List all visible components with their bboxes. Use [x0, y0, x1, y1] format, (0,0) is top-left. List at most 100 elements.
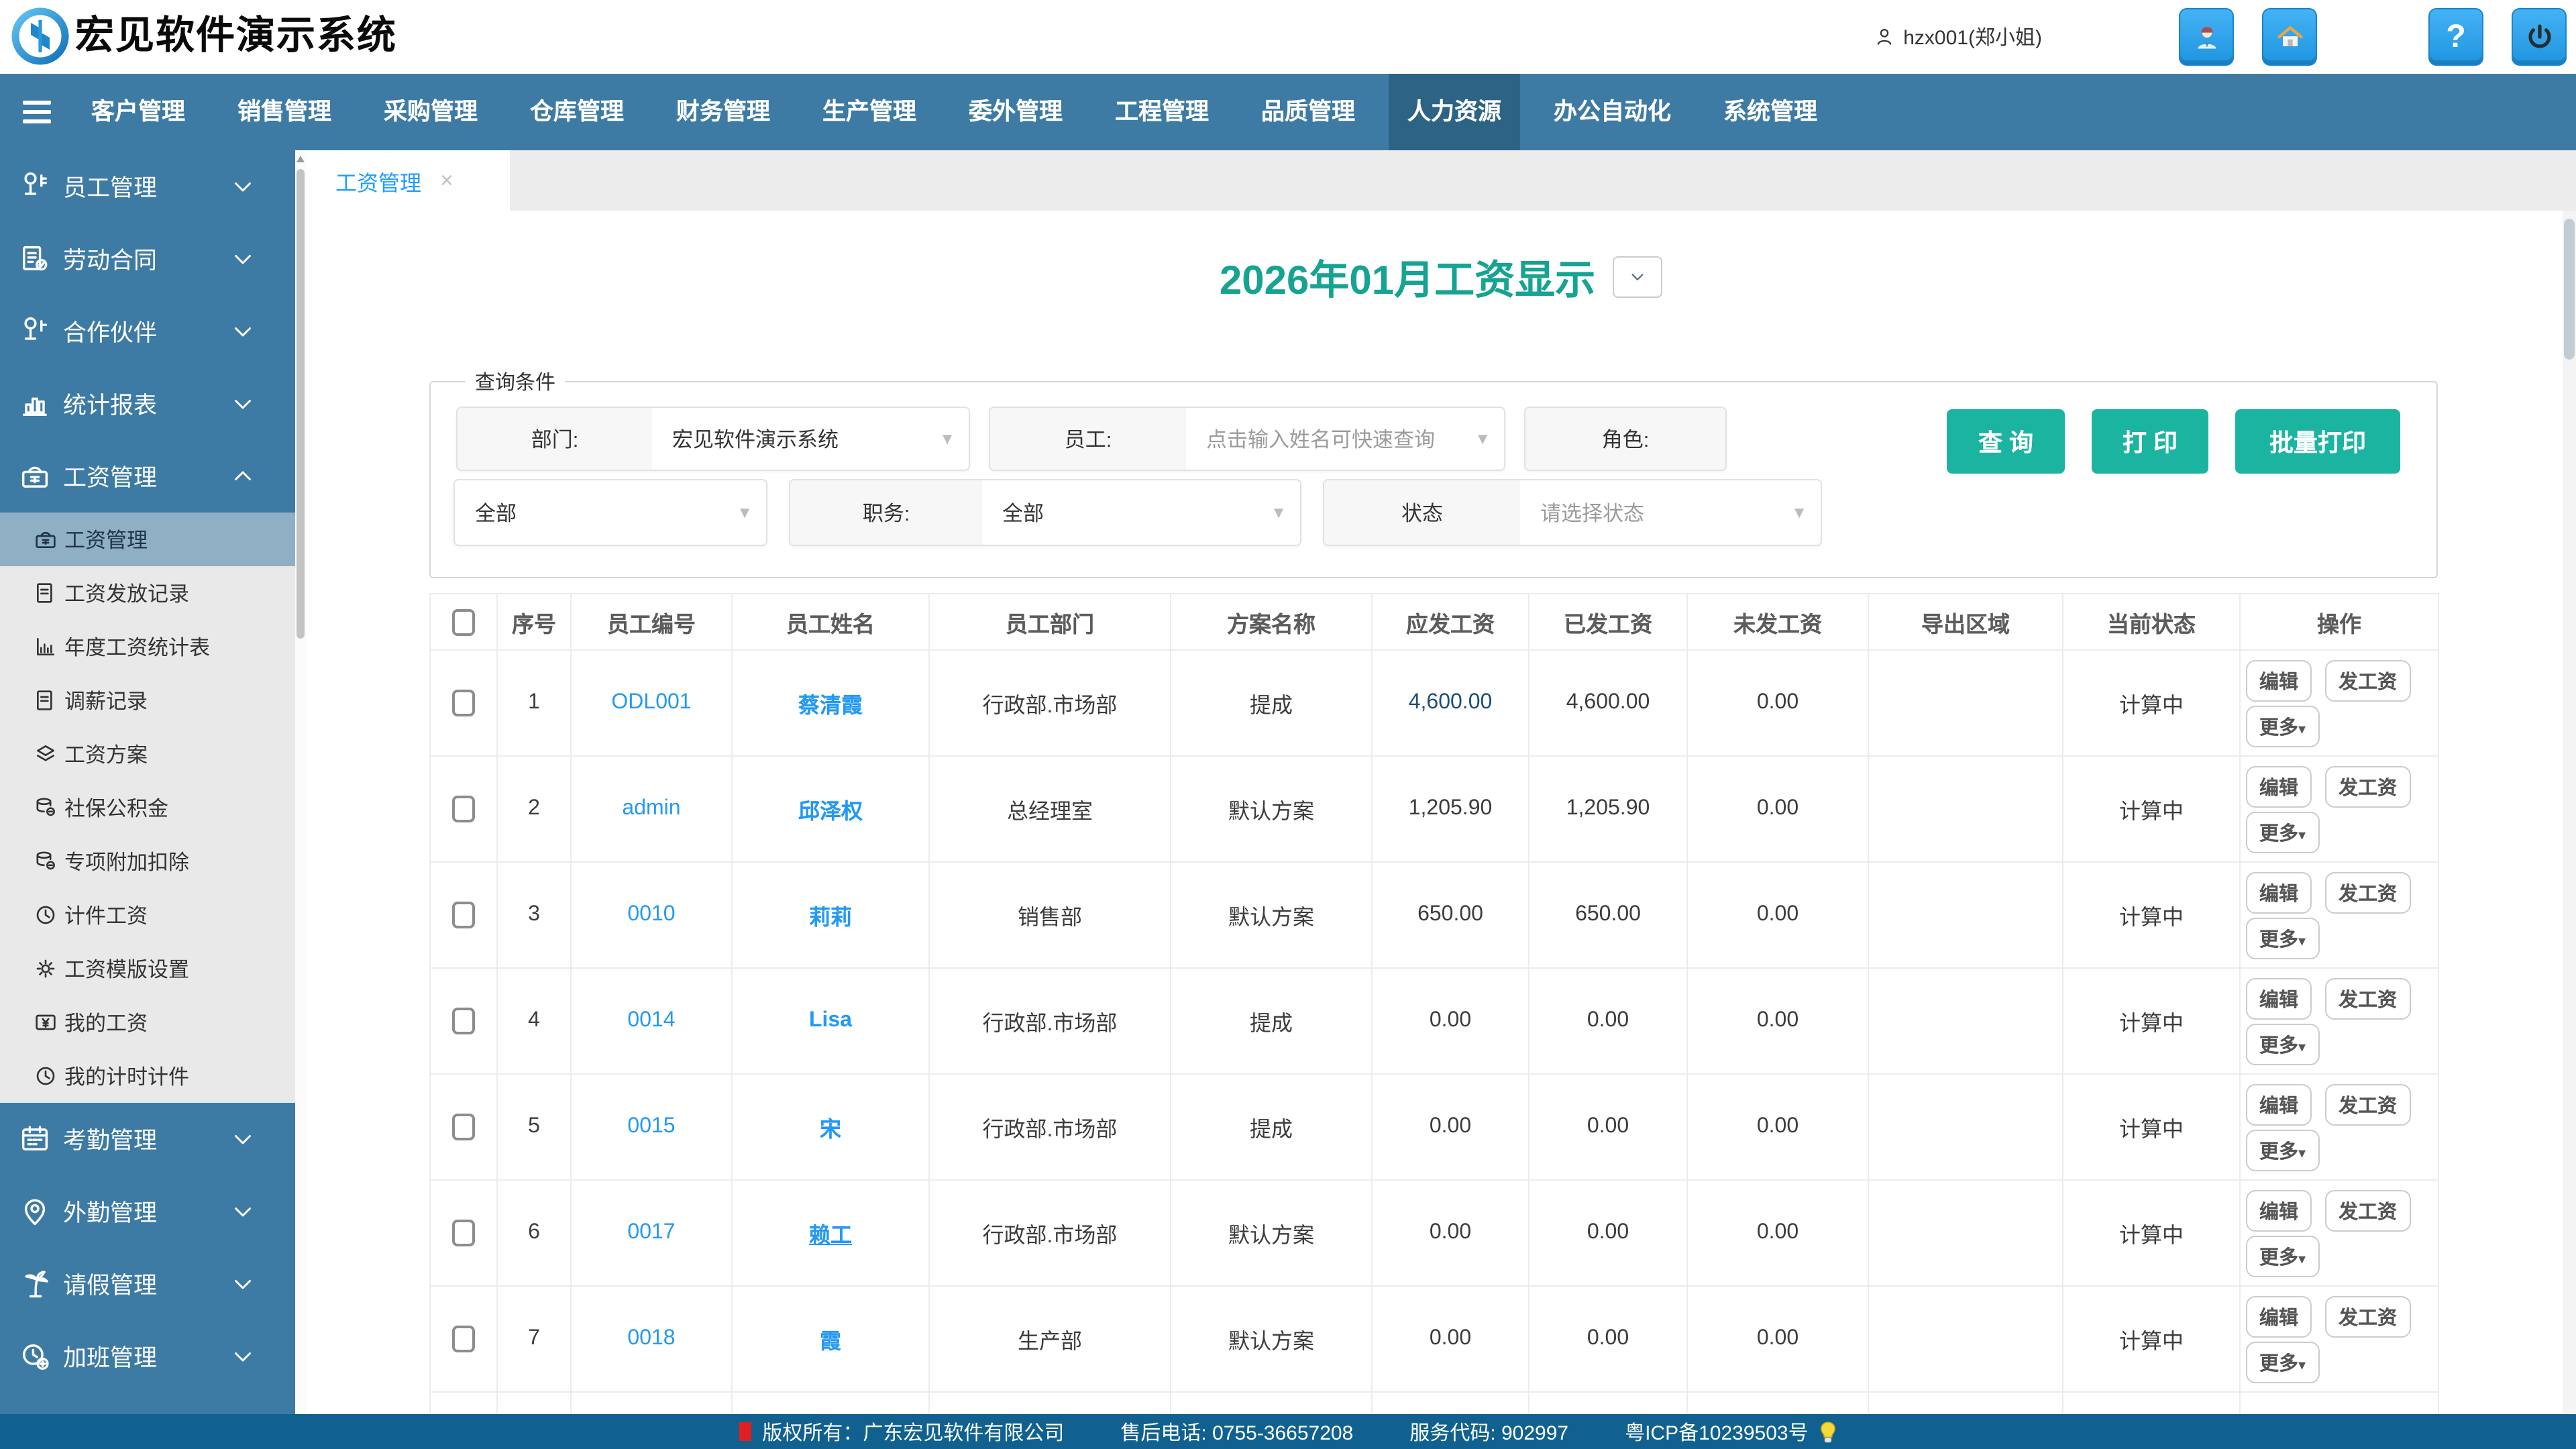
sidebar-item-工资管理[interactable]: 工资管理 [0, 513, 306, 566]
employee-code-link[interactable]: 0017 [627, 1221, 675, 1244]
edit-button[interactable]: 编辑 [2246, 1083, 2312, 1125]
pay-salary-button[interactable]: 发工资 [2325, 659, 2410, 701]
profile-button[interactable] [2179, 8, 2234, 66]
nav-item-1[interactable]: 客户管理 [72, 74, 204, 150]
sidebar-scrollbar[interactable] [295, 150, 306, 1414]
sidebar-item-计件工资[interactable]: 计件工资 [0, 888, 306, 942]
month-select-button[interactable] [1613, 256, 1662, 297]
nav-item-4[interactable]: 仓库管理 [511, 74, 643, 150]
employee-name-link[interactable]: 莉莉 [809, 907, 852, 930]
edit-button[interactable]: 编辑 [2246, 659, 2312, 701]
sidebar-item-年度工资统计表[interactable]: 年度工资统计表 [0, 620, 306, 674]
nav-item-6[interactable]: 生产管理 [804, 74, 935, 150]
row-checkbox[interactable] [452, 1220, 475, 1246]
sub-department-filter[interactable]: 全部 [453, 479, 767, 546]
more-button[interactable]: 更多▾ [2246, 1023, 2319, 1065]
sidebar-item-专项附加扣除[interactable]: 专项附加扣除 [0, 835, 306, 888]
pay-salary-button[interactable]: 发工资 [2325, 765, 2410, 807]
employee-name-link[interactable]: 赖工 [809, 1225, 852, 1248]
sidebar-item-我的计时计件[interactable]: 我的计时计件 [0, 1049, 306, 1103]
employee-code-link[interactable]: 0018 [627, 1327, 675, 1350]
sidebar-item-工资发放记录[interactable]: 工资发放记录 [0, 566, 306, 620]
scroll-up-icon[interactable] [297, 156, 305, 162]
more-button[interactable]: 更多▾ [2246, 1129, 2319, 1171]
sidebar-group-员工管理[interactable]: 员工管理 [0, 150, 306, 223]
sidebar-item-工资模版设置[interactable]: 工资模版设置 [0, 942, 306, 996]
sidebar-group-合作伙伴[interactable]: 合作伙伴 [0, 295, 306, 368]
employee-code-link[interactable]: ODL001 [611, 691, 691, 714]
sub-department-select[interactable]: 全部 [455, 480, 766, 545]
nav-item-10[interactable]: 人力资源 [1389, 74, 1520, 150]
edit-button[interactable]: 编辑 [2246, 1295, 2312, 1337]
nav-item-3[interactable]: 采购管理 [365, 74, 496, 150]
more-button[interactable]: 更多▾ [2246, 917, 2319, 959]
sidebar-group-外勤管理[interactable]: 外勤管理 [0, 1175, 306, 1248]
sidebar-item-社保公积金[interactable]: 社保公积金 [0, 781, 306, 835]
nav-item-8[interactable]: 工程管理 [1096, 74, 1228, 150]
edit-button[interactable]: 编辑 [2246, 871, 2312, 913]
sidebar-group-请假管理[interactable]: 请假管理 [0, 1248, 306, 1320]
edit-button[interactable]: 编辑 [2246, 977, 2312, 1019]
print-button[interactable]: 打 印 [2092, 409, 2208, 474]
nav-item-12[interactable]: 系统管理 [1705, 74, 1836, 150]
home-button[interactable] [2262, 8, 2317, 66]
tab-salary-management[interactable]: 工资管理 × [306, 150, 510, 211]
nav-item-11[interactable]: 办公自动化 [1535, 74, 1690, 150]
nav-item-2[interactable]: 销售管理 [219, 74, 350, 150]
employee-name-link[interactable]: 邱泽权 [798, 801, 863, 824]
employee-name-link[interactable]: 宋 [820, 1119, 841, 1142]
more-button[interactable]: 更多▾ [2246, 1341, 2319, 1383]
sidebar-group-劳动合同[interactable]: 劳动合同 [0, 223, 306, 295]
more-button[interactable]: 更多▾ [2246, 1235, 2319, 1277]
sidebar-group-统计报表[interactable]: 统计报表 [0, 368, 306, 440]
more-button[interactable]: 更多▾ [2246, 811, 2319, 853]
nav-item-9[interactable]: 品质管理 [1242, 74, 1374, 150]
help-button[interactable]: ? [2428, 8, 2483, 66]
row-checkbox[interactable] [452, 690, 475, 716]
content-scroll-thumb[interactable] [2564, 219, 2575, 360]
duty-filter[interactable]: 职务: 全部 [789, 479, 1301, 546]
employee-name-link[interactable]: 蔡清霞 [798, 695, 863, 718]
role-filter[interactable]: 角色: [1524, 407, 1727, 471]
sidebar-group-调休管理[interactable]: 调休管理 [0, 1393, 306, 1414]
edit-button[interactable]: 编辑 [2246, 765, 2312, 807]
employee-name-link[interactable]: 霞 [820, 1331, 841, 1354]
row-checkbox[interactable] [452, 902, 475, 928]
employee-code-link[interactable]: 0015 [627, 1115, 675, 1138]
employee-code-link[interactable]: admin [622, 797, 680, 820]
pay-salary-button[interactable]: 发工资 [2325, 1189, 2410, 1231]
employee-code-link[interactable]: 0014 [627, 1009, 675, 1032]
content-scrollbar[interactable] [2563, 211, 2576, 1414]
employee-input[interactable]: 点击输入姓名可快速查询 [1186, 408, 1504, 470]
sidebar-group-考勤管理[interactable]: 考勤管理 [0, 1103, 306, 1175]
sidebar-scroll-thumb[interactable] [297, 169, 305, 639]
logout-button[interactable] [2512, 8, 2567, 66]
sidebar-item-工资方案[interactable]: 工资方案 [0, 727, 306, 781]
row-checkbox[interactable] [452, 796, 475, 822]
nav-item-7[interactable]: 委外管理 [950, 74, 1081, 150]
sidebar-group-工资管理[interactable]: 工资管理 [0, 440, 306, 513]
department-filter[interactable]: 部门: 宏见软件演示系统 [456, 407, 970, 471]
sidebar-item-我的工资[interactable]: 我的工资 [0, 996, 306, 1049]
search-button[interactable]: 查 询 [1947, 409, 2065, 474]
row-checkbox[interactable] [452, 1114, 475, 1140]
row-checkbox[interactable] [452, 1008, 475, 1034]
status-select[interactable]: 请选择状态 [1520, 480, 1821, 545]
status-filter[interactable]: 状态 请选择状态 [1323, 479, 1822, 546]
pay-salary-button[interactable]: 发工资 [2325, 1295, 2410, 1337]
pay-salary-button[interactable]: 发工资 [2325, 977, 2410, 1019]
select-all-checkbox[interactable] [452, 608, 475, 635]
batch-print-button[interactable]: 批量打印 [2235, 409, 2400, 474]
employee-filter[interactable]: 员工: 点击输入姓名可快速查询 [989, 407, 1505, 471]
menu-toggle-icon[interactable] [0, 74, 72, 150]
sidebar-group-加班管理[interactable]: 加班管理 [0, 1320, 306, 1393]
pay-salary-button[interactable]: 发工资 [2325, 1083, 2410, 1125]
tab-close-icon[interactable]: × [440, 167, 453, 194]
edit-button[interactable]: 编辑 [2246, 1189, 2312, 1231]
sidebar-item-调薪记录[interactable]: 调薪记录 [0, 674, 306, 727]
pay-salary-button[interactable]: 发工资 [2325, 871, 2410, 913]
department-select[interactable]: 宏见软件演示系统 [652, 408, 969, 470]
employee-name-link[interactable]: Lisa [809, 1009, 852, 1032]
more-button[interactable]: 更多▾ [2246, 705, 2319, 747]
employee-code-link[interactable]: 0010 [627, 903, 675, 926]
